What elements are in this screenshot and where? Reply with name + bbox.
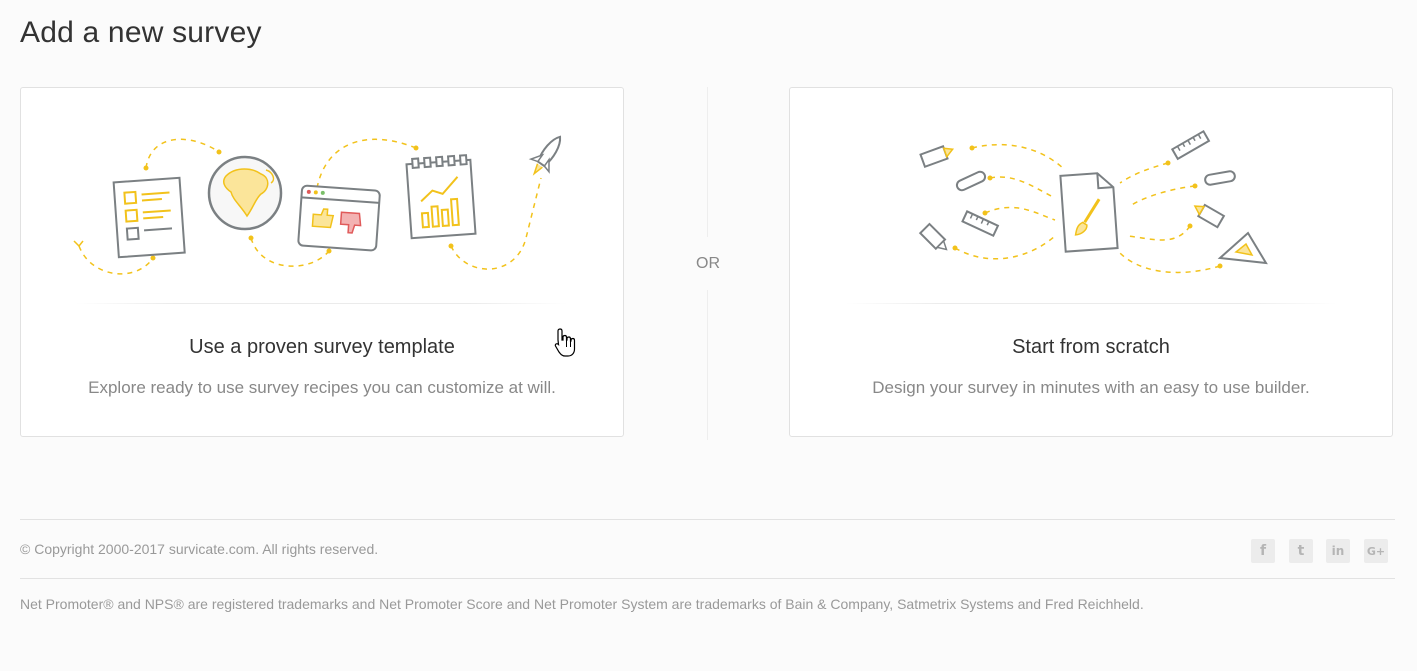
scratch-card-title: Start from scratch bbox=[1012, 336, 1170, 358]
twitter-icon[interactable]: t bbox=[1289, 539, 1313, 563]
footer-divider-bottom bbox=[20, 578, 1395, 579]
template-card-description: Explore ready to use survey recipes you … bbox=[88, 378, 556, 397]
separator-line-top bbox=[707, 87, 708, 237]
separator-line-bottom bbox=[707, 290, 708, 440]
page-title: Add a new survey bbox=[20, 16, 262, 49]
facebook-icon[interactable]: f bbox=[1251, 539, 1275, 563]
scratch-card-description: Design your survey in minutes with an ea… bbox=[872, 378, 1310, 397]
google-plus-icon[interactable]: G+ bbox=[1364, 539, 1388, 563]
template-illustration bbox=[21, 88, 625, 303]
card-divider bbox=[845, 303, 1337, 304]
card-divider bbox=[76, 303, 568, 304]
hand-pointer-cursor bbox=[554, 328, 576, 357]
linkedin-icon[interactable]: in bbox=[1326, 539, 1350, 563]
trademark-notice: Net Promoter® and NPS® are registered tr… bbox=[20, 596, 1144, 612]
scratch-illustration bbox=[790, 88, 1394, 303]
use-template-card[interactable]: Use a proven survey template Explore rea… bbox=[20, 87, 624, 437]
footer-divider-top bbox=[20, 519, 1395, 520]
copyright-text: © Copyright 2000-2017 survicate.com. All… bbox=[20, 541, 379, 557]
or-separator: OR bbox=[696, 255, 720, 272]
template-card-title: Use a proven survey template bbox=[189, 336, 455, 358]
start-from-scratch-card[interactable]: Start from scratch Design your survey in… bbox=[789, 87, 1393, 437]
